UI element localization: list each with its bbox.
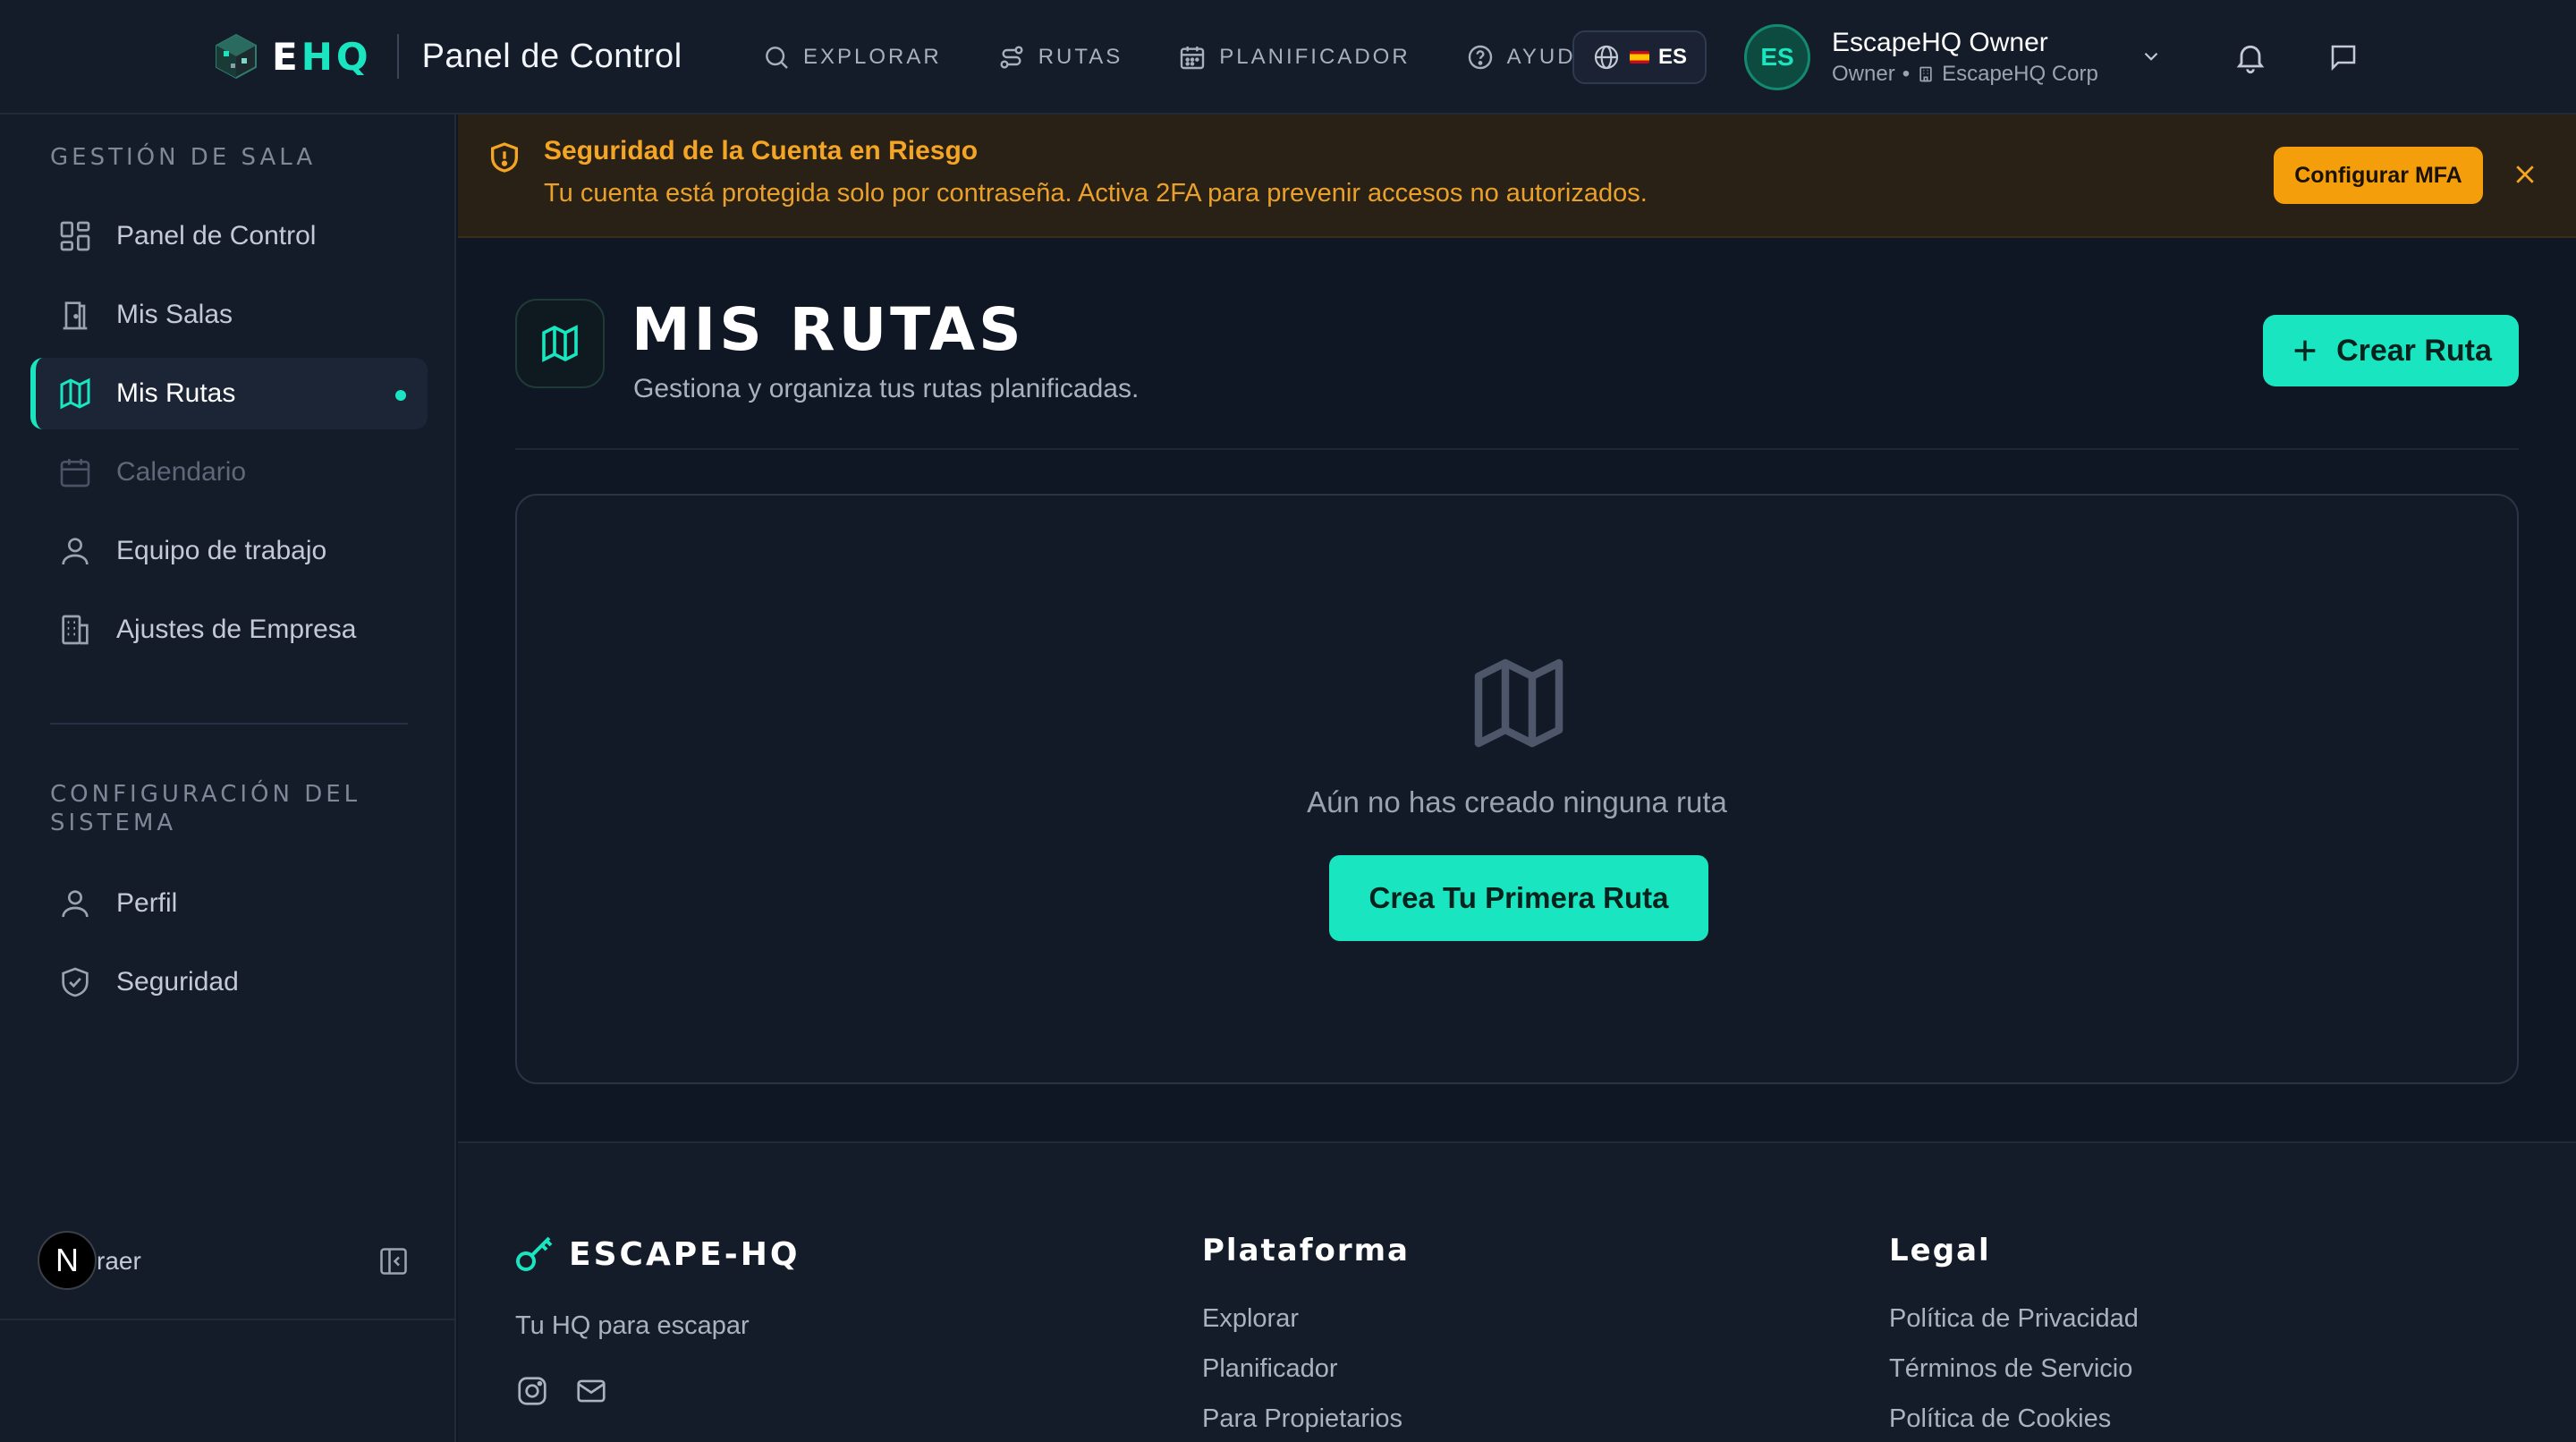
- sidebar-item-label: Mis Rutas: [116, 378, 236, 408]
- calendar-icon: [1181, 47, 1205, 70]
- sidebar-item-label: Seguridad: [116, 967, 239, 997]
- sidebar-item-perfil[interactable]: Perfil: [30, 868, 428, 939]
- bullet-separator: •: [1902, 62, 1911, 86]
- sidebar-item-mis-rutas[interactable]: Mis Rutas: [30, 358, 428, 429]
- page-subtitle: Gestiona y organiza tus rutas planificad…: [633, 374, 1140, 403]
- sidebar-item-label: Panel de Control: [116, 221, 317, 250]
- main-nav: EXPLORAR RUTAS PLANIFICADOR AYUDA: [762, 0, 1648, 115]
- active-indicator-dot: [395, 390, 406, 401]
- nav-explorar[interactable]: EXPLORAR: [762, 43, 942, 72]
- sidebar-item-ajustes-empresa[interactable]: Ajustes de Empresa: [30, 594, 428, 666]
- page-title: MIS RUTAS: [631, 295, 1025, 364]
- footer-link-terminos[interactable]: Términos de Servicio: [1889, 1354, 2132, 1384]
- footer-tagline: Tu HQ para escapar: [515, 1311, 750, 1340]
- sidebar-item-label: Ajustes de Empresa: [116, 615, 357, 644]
- help-icon: [1468, 45, 1492, 70]
- section-title-configuracion: CONFIGURACIÓN DEL SISTEMA: [50, 781, 361, 836]
- footer-link-privacidad[interactable]: Política de Privacidad: [1889, 1304, 2139, 1334]
- collapse-sidebar-label[interactable]: raer: [97, 1247, 141, 1276]
- header-divider: [515, 448, 2519, 450]
- chevron-down-icon[interactable]: [2140, 45, 2163, 68]
- instagram-icon[interactable]: [515, 1374, 549, 1408]
- sidebar-item-label: Equipo de trabajo: [116, 536, 327, 565]
- sidebar-item-seguridad[interactable]: Seguridad: [30, 946, 428, 1018]
- user-name: EscapeHQ Owner: [1832, 28, 2048, 57]
- app-title: Panel de Control: [421, 37, 682, 75]
- footer-social: [515, 1374, 608, 1408]
- user-icon: [62, 538, 89, 565]
- spain-flag-icon: [1629, 51, 1649, 64]
- route-icon: [1000, 46, 1023, 69]
- message-icon[interactable]: [2327, 41, 2360, 73]
- map-icon: [542, 325, 578, 362]
- user-icon: [62, 890, 89, 918]
- plus-icon: [2294, 340, 2316, 361]
- close-icon[interactable]: [2512, 161, 2538, 188]
- section-title-gestion: GESTIÓN DE SALA: [50, 144, 317, 171]
- footer-link-explorar[interactable]: Explorar: [1202, 1304, 1299, 1334]
- footer-link-cookies[interactable]: Política de Cookies: [1889, 1404, 2111, 1434]
- bell-icon[interactable]: [2233, 39, 2268, 75]
- map-icon: [1474, 658, 1563, 748]
- building-icon: [1919, 66, 1932, 82]
- empty-state-card: Aún no has creado ninguna ruta Crea Tu P…: [515, 494, 2519, 1084]
- empty-state-message: Aún no has creado ninguna ruta: [1307, 785, 1727, 819]
- sidebar-divider: [50, 723, 408, 725]
- user-role: Owner: [1832, 62, 1895, 86]
- dashboard-icon: [60, 221, 90, 251]
- user-info: EscapeHQ Owner Owner • EscapeHQ Corp: [1832, 28, 2098, 87]
- sidebar-item-label: Mis Salas: [116, 300, 233, 329]
- sidebar-item-mis-salas[interactable]: Mis Salas: [30, 279, 428, 351]
- sidebar-item-label: Perfil: [116, 888, 178, 918]
- user-company: EscapeHQ Corp: [1942, 62, 2098, 86]
- footer-link-planificador[interactable]: Planificador: [1202, 1354, 1338, 1384]
- nav-rutas[interactable]: RUTAS: [997, 43, 1123, 72]
- sidebar-item-calendario[interactable]: Calendario: [30, 437, 428, 508]
- language-selector[interactable]: ES: [1572, 30, 1707, 84]
- security-alert-banner: Seguridad de la Cuenta en Riesgo Tu cuen…: [458, 115, 2576, 238]
- building-icon: [62, 615, 89, 645]
- footer-brand[interactable]: ESCAPE-HQ: [513, 1233, 800, 1276]
- configure-mfa-button[interactable]: Configurar MFA: [2274, 147, 2483, 204]
- mail-icon[interactable]: [574, 1374, 608, 1408]
- nav-planificador[interactable]: PLANIFICADOR: [1178, 43, 1410, 72]
- footer-legal-title: Legal: [1889, 1233, 1991, 1268]
- brand-wordmark: EHQ: [272, 34, 372, 79]
- avatar: ES: [1744, 24, 1810, 90]
- brand-divider: [396, 34, 399, 79]
- footer: ESCAPE-HQ Tu HQ para escapar Plataforma …: [458, 1141, 2576, 1442]
- shield-icon: [62, 967, 89, 997]
- user-subtitle: Owner • EscapeHQ Corp: [1832, 62, 2098, 87]
- language-code: ES: [1657, 45, 1687, 69]
- footer-platform-title: Plataforma: [1202, 1233, 1411, 1268]
- alert-message: Tu cuenta está protegida solo por contra…: [544, 179, 1648, 208]
- sidebar-bottom-divider: [0, 1319, 454, 1320]
- search-icon: [766, 47, 788, 69]
- shield-alert-icon: [491, 142, 518, 173]
- footer-link-propietarios[interactable]: Para Propietarios: [1202, 1404, 1402, 1434]
- cube-logo-icon: [216, 33, 257, 80]
- sidebar-item-label: Calendario: [116, 457, 247, 487]
- footer-brand-name: ESCAPE-HQ: [569, 1235, 801, 1273]
- user-menu[interactable]: ES EscapeHQ Owner Owner • EscapeHQ Corp: [1744, 23, 2098, 91]
- create-first-route-button[interactable]: Crea Tu Primera Ruta: [1329, 855, 1708, 941]
- dev-tools-badge[interactable]: N: [38, 1231, 97, 1290]
- door-icon: [63, 301, 88, 330]
- calendar-icon: [60, 459, 90, 488]
- key-icon: [516, 1236, 553, 1271]
- sidebar-item-panel-de-control[interactable]: Panel de Control: [30, 200, 428, 272]
- top-bar: EHQ Panel de Control EXPLORAR RUTAS PLAN…: [0, 0, 2576, 115]
- map-icon: [60, 377, 90, 410]
- globe-icon: [1594, 45, 1619, 70]
- brand[interactable]: EHQ Panel de Control: [211, 27, 682, 86]
- panel-collapse-icon[interactable]: [377, 1245, 410, 1277]
- create-route-button[interactable]: Crear Ruta: [2263, 315, 2519, 386]
- sidebar-item-equipo[interactable]: Equipo de trabajo: [30, 515, 428, 587]
- page-icon-box: [515, 299, 605, 388]
- alert-title: Seguridad de la Cuenta en Riesgo: [544, 136, 979, 165]
